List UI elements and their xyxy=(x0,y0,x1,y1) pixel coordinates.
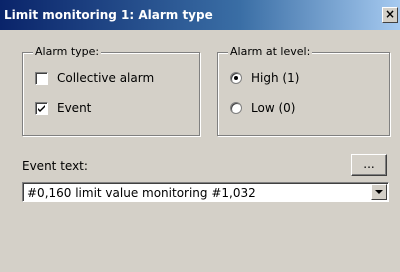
alarm-type-legend: Alarm type: xyxy=(33,45,102,58)
checkbox-checked-icon[interactable] xyxy=(35,101,48,115)
low-label: Low (0) xyxy=(251,101,296,115)
event-text-combobox[interactable]: #0,160 limit value monitoring #1,032 xyxy=(22,182,389,202)
low-radio[interactable]: Low (0) xyxy=(230,101,295,115)
collective-alarm-checkbox[interactable]: Collective alarm xyxy=(35,71,154,85)
browse-button[interactable]: ... xyxy=(351,154,387,176)
dialog-window: Limit monitoring 1: Alarm type × Alarm t… xyxy=(0,0,400,272)
chevron-down-icon xyxy=(375,190,383,194)
high-label: High (1) xyxy=(251,71,300,85)
checkbox-icon[interactable] xyxy=(35,71,48,85)
event-checkbox[interactable]: Event xyxy=(35,101,91,115)
collective-alarm-label: Collective alarm xyxy=(57,71,155,85)
radio-selected-icon[interactable] xyxy=(230,72,242,84)
radio-icon[interactable] xyxy=(230,102,242,114)
close-button[interactable]: × xyxy=(382,7,398,23)
event-text-value: #0,160 limit value monitoring #1,032 xyxy=(27,186,256,200)
event-text-label: Event text: xyxy=(22,159,88,173)
high-radio[interactable]: High (1) xyxy=(230,71,299,85)
event-label: Event xyxy=(57,101,92,115)
alarm-type-group: Alarm type: Collective alarm Event xyxy=(22,45,200,136)
alarm-level-legend: Alarm at level: xyxy=(228,45,313,58)
title-bar[interactable]: Limit monitoring 1: Alarm type × xyxy=(0,0,400,30)
alarm-level-group: Alarm at level: High (1) Low (0) xyxy=(217,45,390,136)
window-title: Limit monitoring 1: Alarm type xyxy=(4,8,213,22)
dropdown-button[interactable] xyxy=(371,184,387,200)
